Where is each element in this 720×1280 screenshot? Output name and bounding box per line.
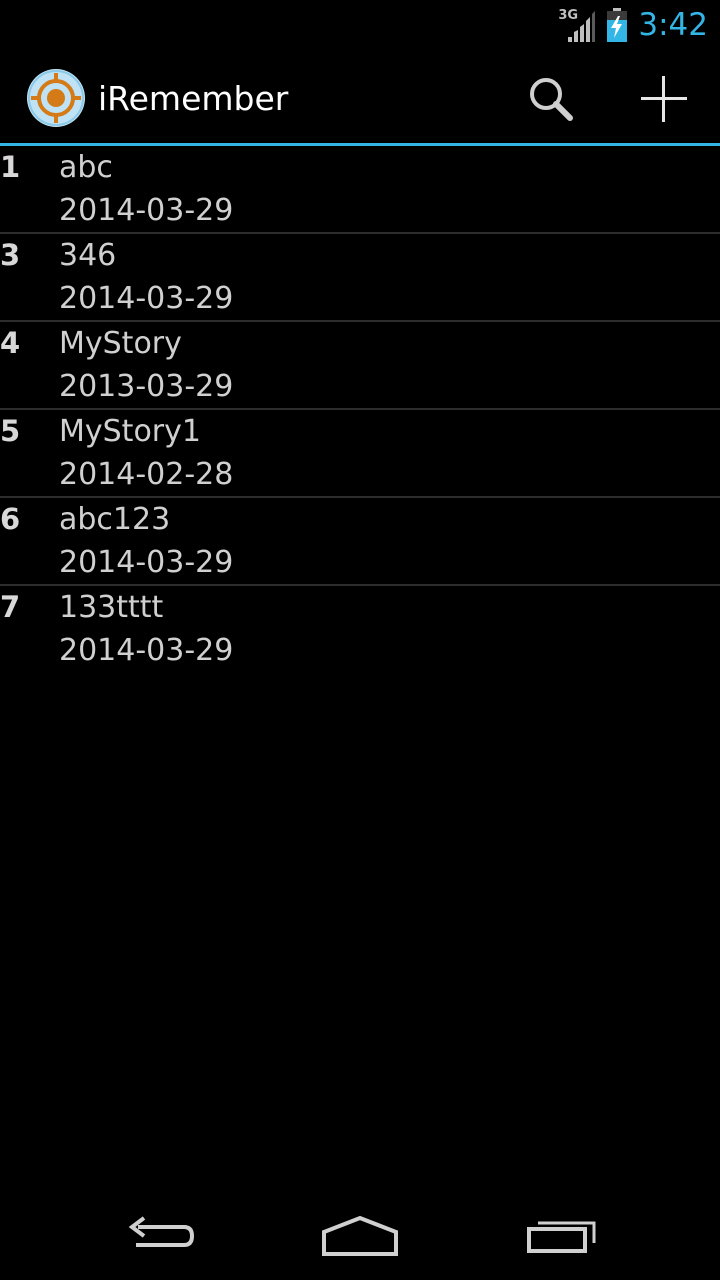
- plus-icon: [641, 76, 687, 122]
- status-bar: 3G 3:42: [0, 0, 720, 50]
- item-id: 1: [0, 150, 21, 184]
- item-id: 4: [0, 326, 21, 360]
- home-icon: [322, 1215, 398, 1256]
- signal-icon: [568, 11, 596, 42]
- item-date: 2014-03-29: [59, 633, 234, 668]
- signal-indicator: 3G: [558, 8, 596, 42]
- search-button[interactable]: [516, 64, 586, 134]
- item-title: 346: [59, 238, 117, 273]
- back-icon: [128, 1216, 195, 1247]
- item-title: MyStory: [59, 326, 182, 361]
- list-item[interactable]: 5 MyStory1 2014-02-28: [0, 410, 720, 498]
- item-id: 6: [0, 502, 21, 536]
- action-bar: iRemember: [0, 50, 720, 144]
- home-button[interactable]: [280, 1190, 440, 1280]
- list-item[interactable]: 7 133tttt 2014-03-29: [0, 586, 720, 672]
- item-title: abc123: [59, 502, 171, 537]
- item-date: 2014-03-29: [59, 545, 234, 580]
- list-item[interactable]: 6 abc123 2014-03-29: [0, 498, 720, 586]
- item-id: 7: [0, 590, 21, 624]
- search-icon: [530, 78, 573, 121]
- item-title: 133tttt: [59, 590, 164, 625]
- list-item[interactable]: 1 abc 2014-03-29: [0, 146, 720, 234]
- item-title: abc: [59, 150, 113, 185]
- status-clock: 3:42: [638, 7, 708, 43]
- item-date: 2014-03-29: [59, 193, 234, 228]
- status-icons: 3G 3:42: [558, 0, 708, 50]
- battery-charging-icon: [607, 8, 628, 42]
- app-title: iRemember: [98, 79, 289, 118]
- back-button[interactable]: [80, 1190, 240, 1280]
- item-title: MyStory1: [59, 414, 201, 449]
- item-id: 3: [0, 238, 21, 272]
- add-button[interactable]: [629, 64, 699, 134]
- navigation-bar: [0, 1190, 720, 1280]
- recent-apps-icon: [527, 1221, 596, 1253]
- recent-apps-button[interactable]: [482, 1190, 642, 1280]
- item-date: 2014-03-29: [59, 281, 234, 316]
- list-item[interactable]: 3 346 2014-03-29: [0, 234, 720, 322]
- story-list: 1 abc 2014-03-29 3 346 2014-03-29 4 MySt…: [0, 146, 720, 672]
- item-id: 5: [0, 414, 21, 448]
- target-icon[interactable]: [27, 69, 85, 127]
- item-date: 2014-02-28: [59, 457, 234, 492]
- list-item[interactable]: 4 MyStory 2013-03-29: [0, 322, 720, 410]
- item-date: 2013-03-29: [59, 369, 234, 404]
